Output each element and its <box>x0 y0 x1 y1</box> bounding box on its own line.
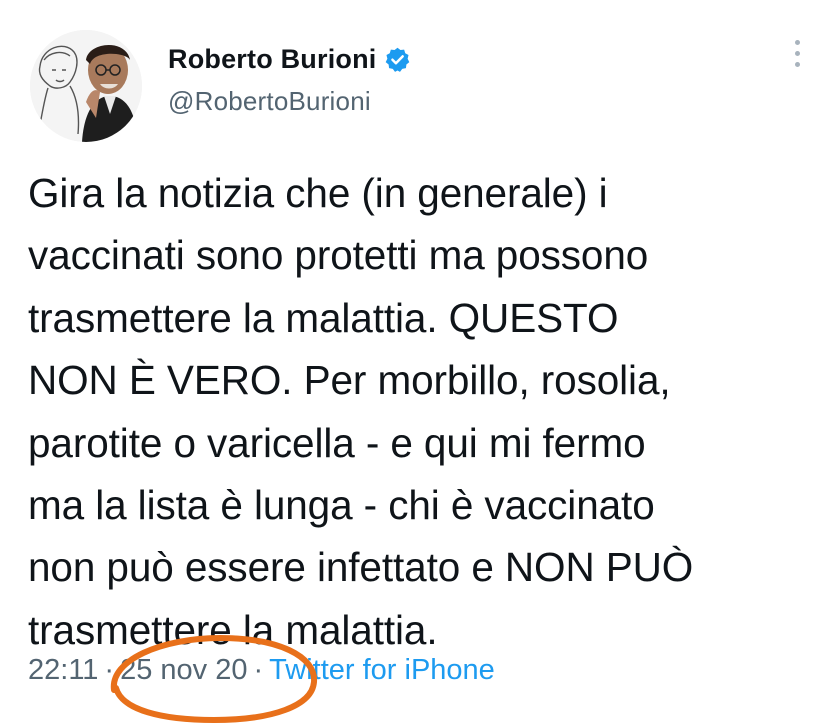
avatar-illustration <box>30 30 142 142</box>
tweet-metadata: 22:11 · 25 nov 20 · Twitter for iPhone <box>28 650 495 690</box>
meta-separator: · <box>253 654 264 686</box>
meta-separator: · <box>104 654 115 686</box>
tweet-text: Gira la notizia che (in generale) i vacc… <box>28 170 694 653</box>
tweet-card: Roberto Burioni @RobertoBurioni Gira la … <box>0 0 828 724</box>
tweet-date[interactable]: 25 nov 20 <box>120 654 247 686</box>
author-name[interactable]: Roberto Burioni <box>168 44 376 75</box>
tweet-time[interactable]: 22:11 <box>28 654 98 686</box>
author-name-row: Roberto Burioni <box>168 41 411 77</box>
author-handle[interactable]: @RobertoBurioni <box>168 86 371 117</box>
avatar[interactable] <box>30 30 142 142</box>
verified-badge-icon <box>384 46 411 73</box>
more-options-icon[interactable] <box>790 40 804 74</box>
tweet-source-link[interactable]: Twitter for iPhone <box>269 654 495 686</box>
